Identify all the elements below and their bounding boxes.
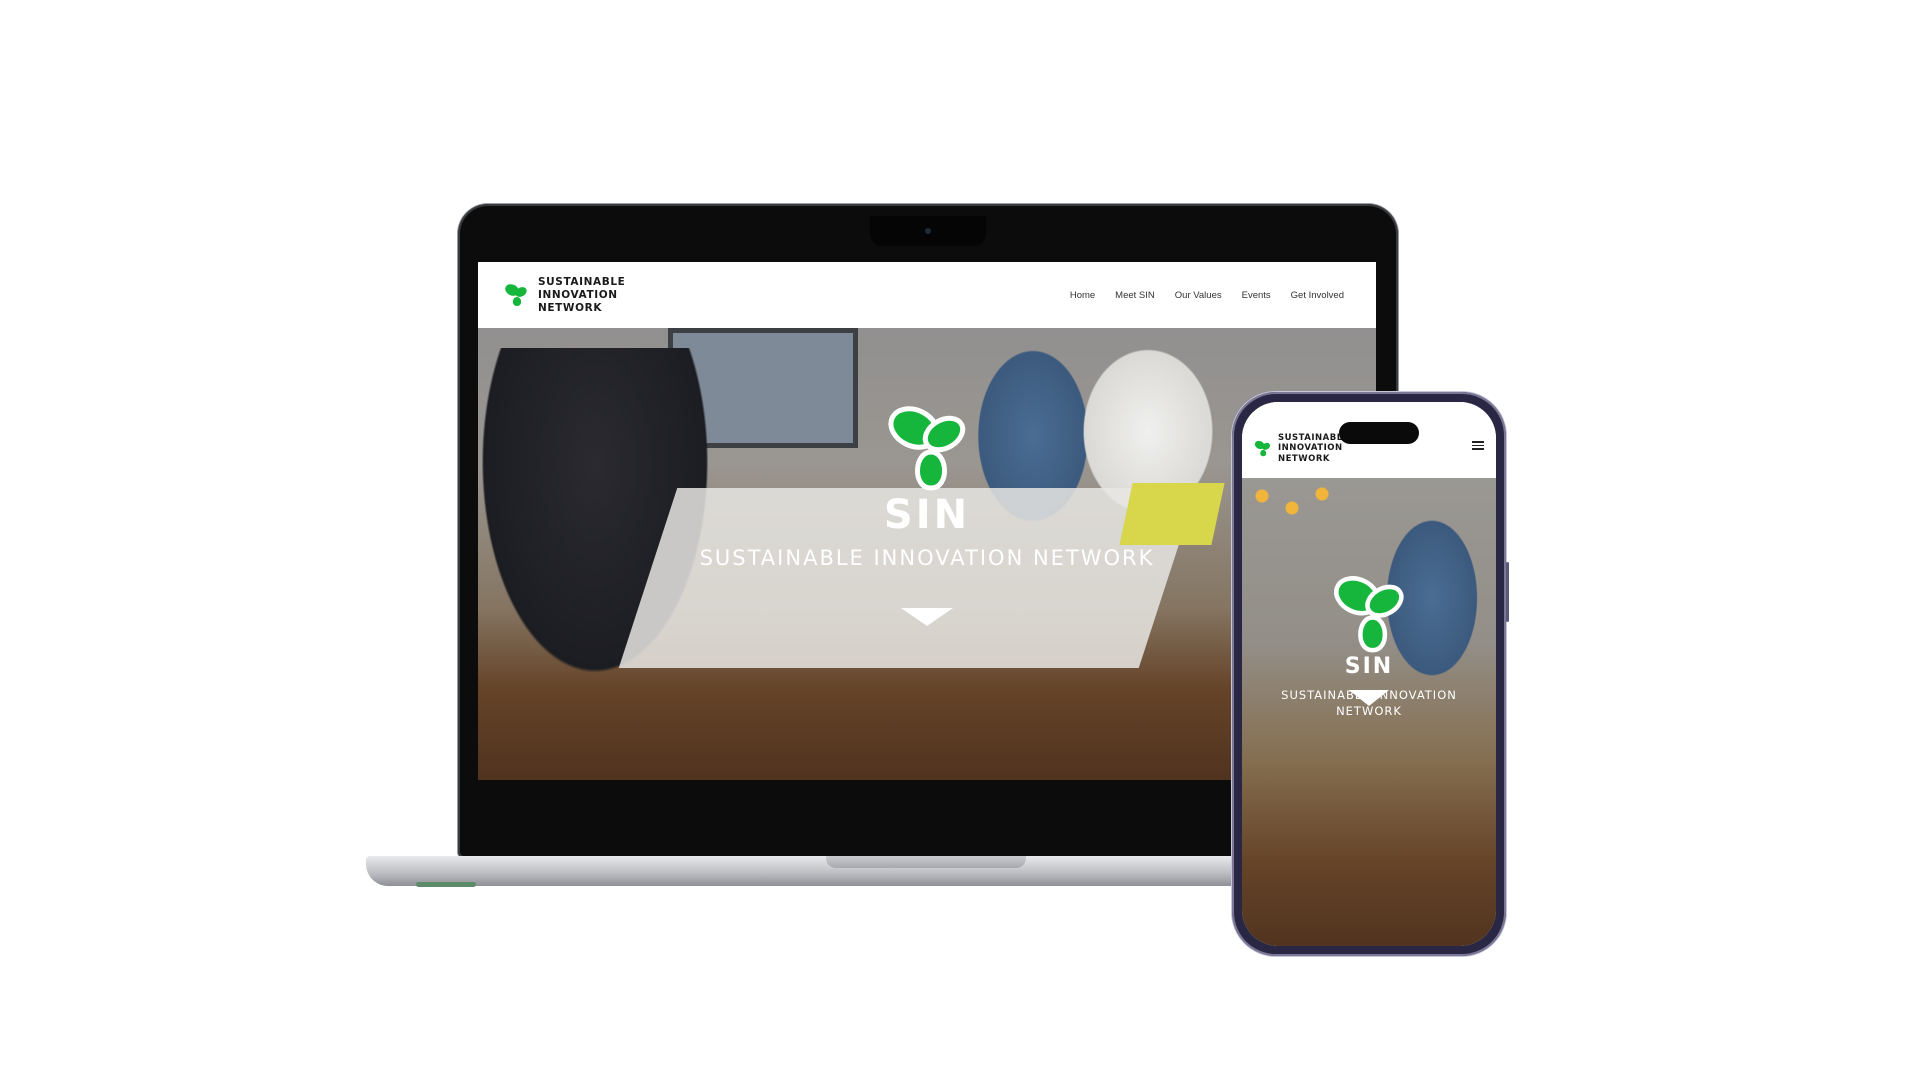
laptop-base-groove bbox=[826, 856, 1026, 868]
sprout-logo-icon bbox=[1334, 576, 1404, 653]
camera-icon bbox=[925, 228, 931, 234]
brand-name: SUSTAINABLE INNOVATION NETWORK bbox=[538, 275, 626, 314]
sprout-logo-icon bbox=[1254, 440, 1271, 457]
scroll-down-arrow-icon[interactable] bbox=[1349, 690, 1389, 706]
nav-home[interactable]: Home bbox=[1070, 290, 1095, 301]
nav-get-involved[interactable]: Get Involved bbox=[1291, 290, 1344, 301]
site-header: SUSTAINABLE INNOVATION NETWORK Home Meet… bbox=[478, 262, 1376, 328]
nav-meet-sin[interactable]: Meet SIN bbox=[1115, 290, 1155, 301]
laptop-foot bbox=[416, 882, 476, 887]
phone-side-button bbox=[1506, 562, 1509, 622]
scroll-down-arrow-icon[interactable] bbox=[901, 608, 953, 626]
mobile-brand-name: SUSTAINABLE INNOVATION NETWORK bbox=[1278, 432, 1349, 464]
laptop-base bbox=[366, 856, 1256, 887]
nav-events[interactable]: Events bbox=[1242, 290, 1271, 301]
mobile-hero-title: SIN bbox=[1344, 654, 1394, 679]
brand-logo[interactable]: SUSTAINABLE INNOVATION NETWORK bbox=[504, 276, 625, 315]
laptop-notch bbox=[870, 216, 986, 246]
mobile-hero-section: SIN SUSTAINABLE INNOVATION NETWORK bbox=[1242, 478, 1496, 946]
mobile-brand-logo[interactable]: SUSTAINABLE INNOVATION NETWORK bbox=[1254, 433, 1349, 465]
phone-device: SUSTAINABLE INNOVATION NETWORK SIN SUSTA… bbox=[1232, 392, 1509, 956]
mobile-website: SUSTAINABLE INNOVATION NETWORK SIN SUSTA… bbox=[1242, 402, 1496, 946]
dynamic-island bbox=[1339, 422, 1419, 444]
hero-photo-sticky-notes bbox=[1252, 484, 1352, 524]
sprout-logo-icon bbox=[888, 406, 966, 491]
hamburger-menu-icon[interactable] bbox=[1472, 439, 1484, 452]
sprout-logo-icon bbox=[505, 284, 527, 306]
main-nav: Home Meet SIN Our Values Events Get Invo… bbox=[1070, 290, 1344, 301]
nav-our-values[interactable]: Our Values bbox=[1175, 290, 1222, 301]
